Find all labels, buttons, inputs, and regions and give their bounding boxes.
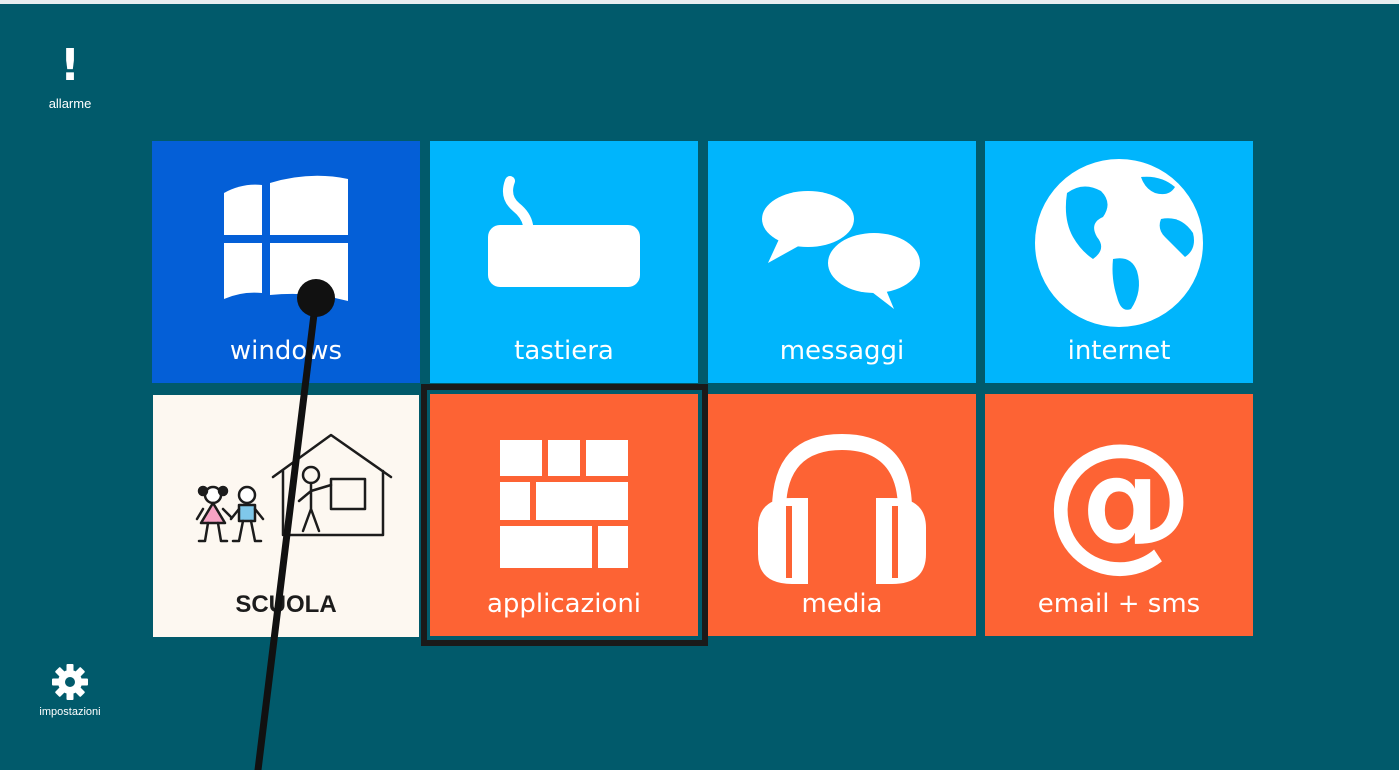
tile-scuola[interactable]: SCUOLA <box>153 395 419 637</box>
app-grid-icon <box>500 440 628 568</box>
tile-tastiera[interactable]: tastiera <box>430 141 698 383</box>
tile-windows[interactable]: windows <box>152 141 420 383</box>
tile-label: applicazioni <box>486 589 642 619</box>
gear-icon <box>52 664 88 700</box>
top-title-strip <box>0 0 1399 4</box>
tile-label: windows <box>229 336 343 366</box>
alarm-label: allarme <box>48 96 92 111</box>
settings-button[interactable]: impostazioni <box>30 662 110 718</box>
tile-label: messaggi <box>779 336 905 366</box>
school-pictogram-icon <box>195 433 393 543</box>
exclamation-icon: ! <box>59 40 81 91</box>
tile-label: email + sms <box>1037 589 1201 619</box>
tile-launcher-screen: ! allarme impostazioni windows tastiera … <box>0 0 1399 770</box>
headphones-icon <box>758 434 926 584</box>
svg-text:@: @ <box>1044 412 1194 584</box>
tile-media[interactable]: media <box>708 394 976 636</box>
tile-applicazioni[interactable]: applicazioni <box>430 394 698 636</box>
windows-logo-icon <box>224 175 348 301</box>
tile-label: tastiera <box>514 336 614 366</box>
settings-label: impostazioni <box>39 706 101 718</box>
keyboard-icon <box>488 176 640 287</box>
at-sign-icon: @ <box>1044 412 1194 584</box>
tile-messaggi[interactable]: messaggi <box>708 141 976 383</box>
globe-icon <box>1035 159 1203 327</box>
tile-label: internet <box>1067 336 1171 366</box>
tile-internet[interactable]: internet <box>985 141 1253 383</box>
gaze-pointer-overlay <box>254 279 335 770</box>
tile-label: media <box>801 589 883 619</box>
tile-email-sms[interactable]: @ email + sms <box>985 394 1253 636</box>
speech-bubbles-icon <box>762 191 920 309</box>
tile-label: SCUOLA <box>235 591 337 618</box>
alarm-button[interactable]: ! allarme <box>30 40 110 111</box>
